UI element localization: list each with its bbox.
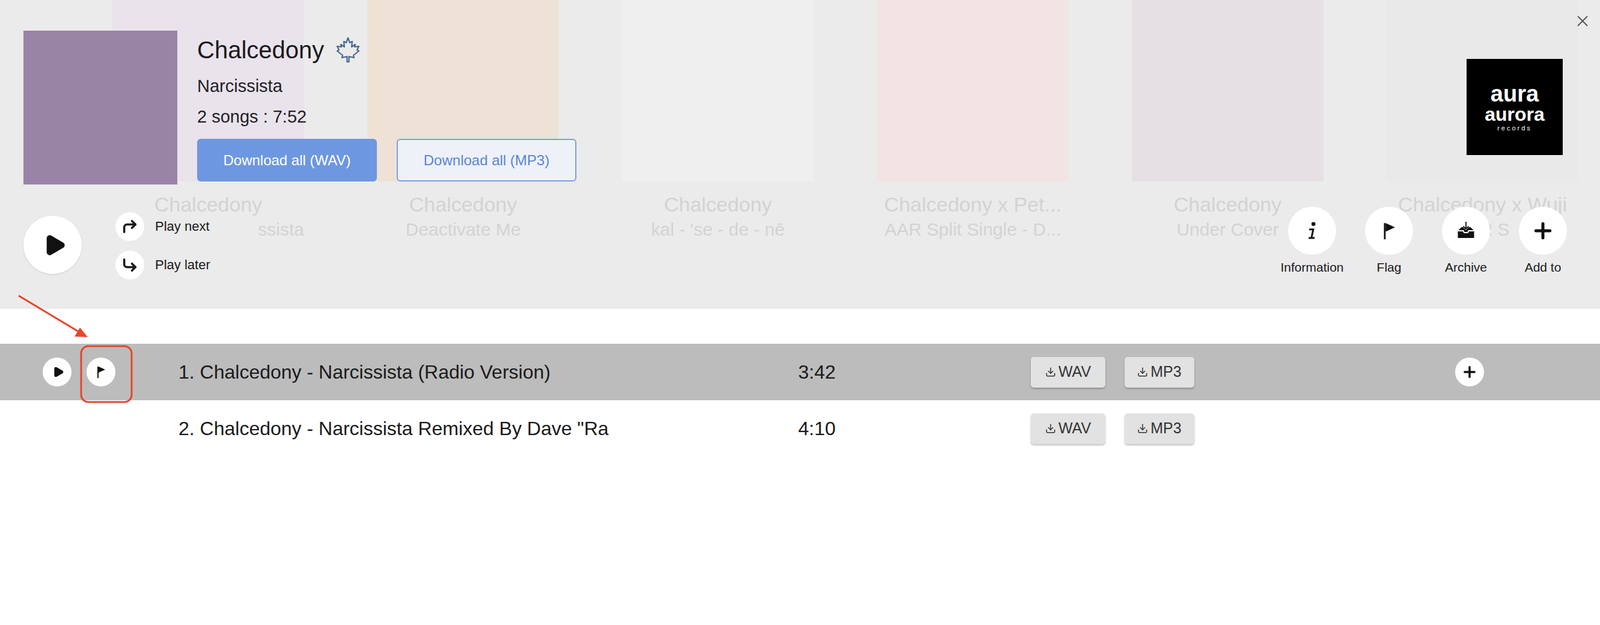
release-action-label: Information xyxy=(1280,259,1344,276)
close-button[interactable] xyxy=(1572,10,1593,32)
carousel-card[interactable]: ChalcedonyDeactivate Me xyxy=(367,0,559,242)
play-next-icon xyxy=(121,218,139,236)
play-later-icon xyxy=(121,256,139,274)
page: ChalcedonyssistaChalcedonyDeactivate MeC… xyxy=(0,0,1600,625)
track-duration: 3:42 xyxy=(798,360,1031,385)
carousel-title: Chalcedony x Pet... xyxy=(876,191,1069,218)
download-all-mp3-button[interactable]: Download all (MP3) xyxy=(396,138,577,182)
play-all-button[interactable] xyxy=(23,215,82,275)
release-title: Chalcedony xyxy=(197,34,324,65)
play-icon xyxy=(42,233,67,258)
release-top-row: Chalcedony Narcissista 2 songs : 7:52 Downl… xyxy=(0,0,1600,185)
carousel-subtitle: kal - 'se - de - nē xyxy=(622,217,814,242)
track-play-button[interactable] xyxy=(42,357,72,387)
track-title: 2. Chalcedony - Narcissista Remixed By D… xyxy=(178,416,799,441)
carousel-cover xyxy=(622,0,814,182)
play-later-button[interactable]: Play later xyxy=(115,250,211,280)
release-action[interactable]: Add to xyxy=(1504,206,1582,276)
download-all-wav-button[interactable]: Download all (WAV) xyxy=(197,138,377,182)
logo-line3: records xyxy=(1497,125,1533,132)
carousel-title: Chalcedony xyxy=(112,191,305,218)
maple-leaf-icon xyxy=(333,35,363,65)
download-icon xyxy=(1137,423,1149,434)
release-actions: Information Flag Archive Add to xyxy=(1273,206,1582,276)
release-action-label: Add to xyxy=(1524,259,1562,276)
album-cover xyxy=(23,30,178,185)
archive-icon xyxy=(1455,219,1477,242)
release-action-label: Flag xyxy=(1377,259,1402,276)
release-artist: Narcissista xyxy=(197,73,577,98)
plus-icon xyxy=(1530,218,1555,243)
track-list: 1. Chalcedony - Narcissista (Radio Versi… xyxy=(0,308,1600,457)
track-row[interactable]: 2. Chalcedony - Narcissista Remixed By D… xyxy=(0,400,1600,457)
download-icon xyxy=(1137,366,1149,378)
release-info: Chalcedony Narcissista 2 songs : 7:52 Downl… xyxy=(197,30,577,185)
track-title: 1. Chalcedony - Narcissista (Radio Versi… xyxy=(178,360,799,385)
carousel-title: Chalcedony xyxy=(622,191,814,218)
track-add-button[interactable] xyxy=(1455,357,1484,387)
track-flag-icon xyxy=(93,364,109,380)
track-flag-button[interactable] xyxy=(86,357,116,387)
carousel-card[interactable]: Chalcedonykal - 'se - de - nē xyxy=(622,0,814,242)
download-icon xyxy=(1045,366,1057,378)
track-duration: 4:10 xyxy=(798,416,1031,441)
release-action-label: Archive xyxy=(1444,259,1488,276)
release-controls-row: Play next Play later Information Flag Archiv… xyxy=(0,206,1600,280)
release-header: ChalcedonyssistaChalcedonyDeactivate MeC… xyxy=(0,0,1600,309)
download-icon xyxy=(1045,423,1057,434)
track-wav-button[interactable]: WAV xyxy=(1030,357,1106,388)
release-action[interactable]: Flag xyxy=(1350,206,1428,276)
flag-icon xyxy=(1378,220,1400,242)
logo-line2: aurora xyxy=(1484,104,1545,124)
release-action[interactable]: Information xyxy=(1273,206,1351,276)
release-summary: 2 songs : 7:52 xyxy=(197,104,577,129)
carousel-card[interactable]: ChalcedonyUnder Cover xyxy=(1131,0,1324,242)
track-wav-button[interactable]: WAV xyxy=(1030,413,1106,445)
carousel-cover xyxy=(876,0,1069,182)
plus-icon xyxy=(1461,363,1478,381)
release-action[interactable]: Archive xyxy=(1427,206,1505,276)
carousel-subtitle: AAR Split Single - D... xyxy=(876,217,1069,242)
track-mp3-button[interactable]: MP3 xyxy=(1124,357,1195,388)
label-logo[interactable]: auraaurorarecords xyxy=(1466,58,1563,156)
carousel-subtitle: Deactivate Me xyxy=(367,217,559,242)
play-icon xyxy=(52,366,65,379)
track-mp3-button[interactable]: MP3 xyxy=(1124,413,1195,445)
release-detail: Chalcedony Narcissista 2 songs : 7:52 Downl… xyxy=(0,0,1600,309)
play-next-button[interactable]: Play next xyxy=(115,212,211,242)
carousel-card[interactable]: Chalcedony x Pet...AAR Split Single - D.… xyxy=(876,0,1069,242)
close-icon xyxy=(1573,12,1592,31)
logo-line1: aura xyxy=(1490,82,1539,105)
carousel-title: Chalcedony xyxy=(367,191,559,218)
info-icon xyxy=(1301,219,1323,242)
annotation-arrow-icon xyxy=(0,0,145,409)
carousel-cover xyxy=(1131,0,1324,182)
track-row[interactable]: 1. Chalcedony - Narcissista (Radio Versi… xyxy=(0,343,1600,401)
